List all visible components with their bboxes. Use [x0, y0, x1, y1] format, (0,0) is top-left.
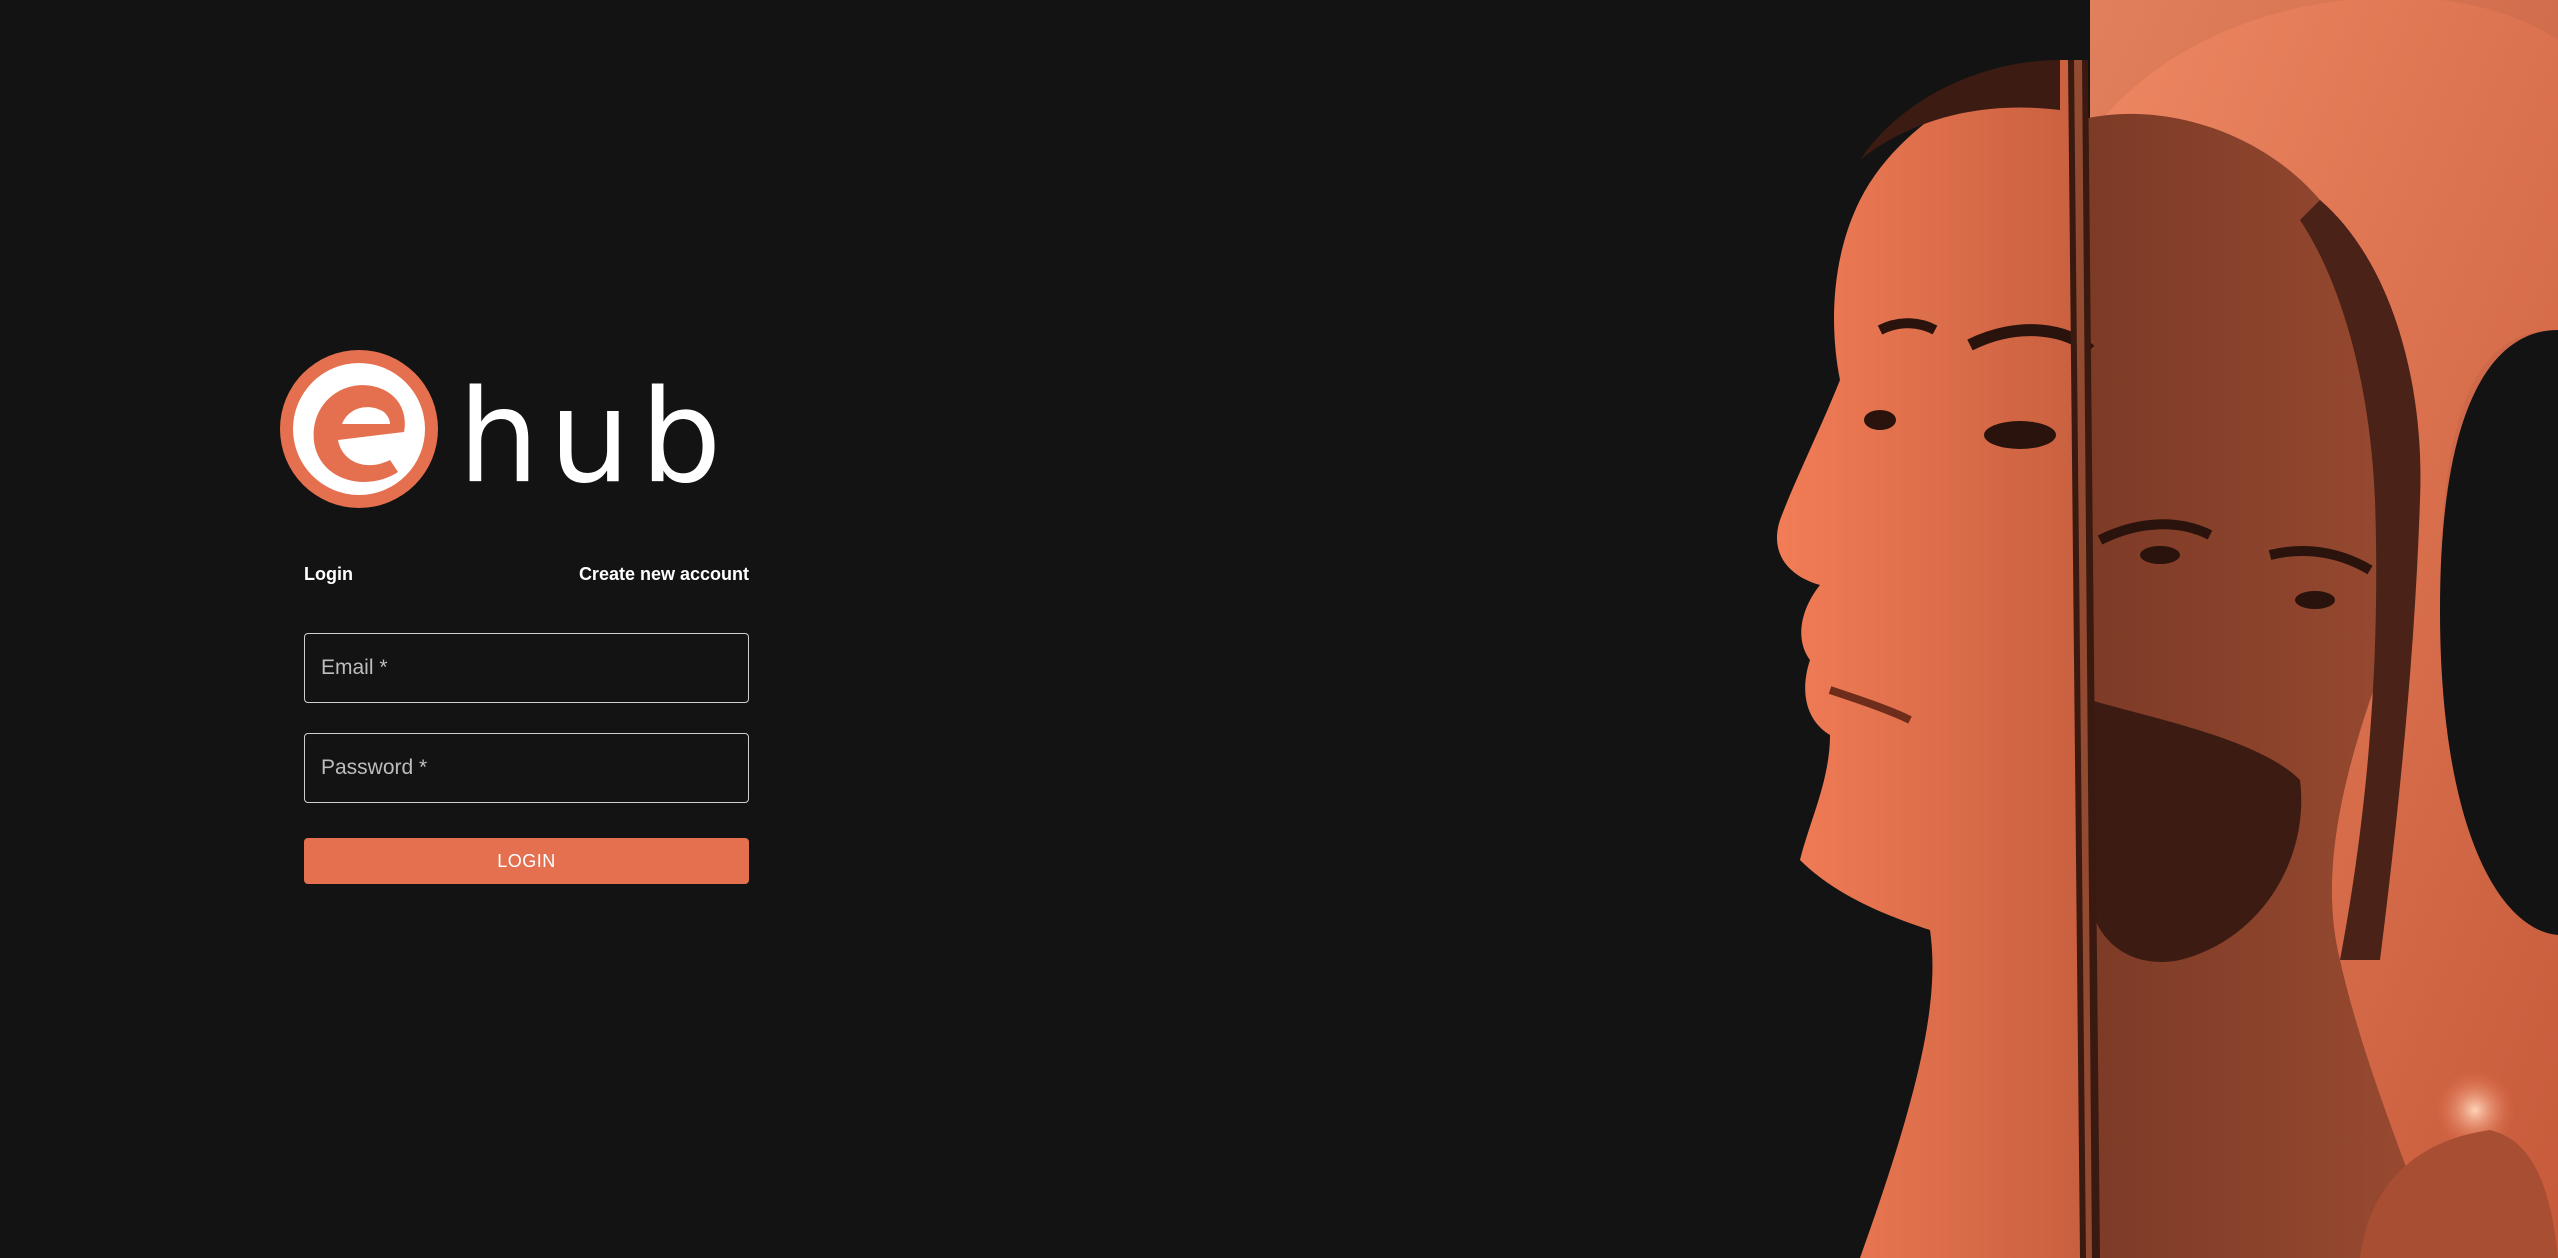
- ehub-logo: e hub: [280, 350, 780, 510]
- logo-e-mark: e: [280, 350, 438, 508]
- login-button[interactable]: LOGIN: [304, 838, 749, 884]
- login-page: e hub Login Create new account LOGIN: [0, 0, 2558, 1258]
- logo-wordmark: hub: [458, 363, 732, 510]
- tab-login[interactable]: Login: [304, 564, 353, 585]
- tab-create-account[interactable]: Create new account: [579, 564, 749, 585]
- email-field[interactable]: [304, 633, 749, 703]
- auth-tabs: Login Create new account: [304, 564, 749, 590]
- hero-poster-image: [1776, 0, 2558, 1258]
- logo-word-text: hub: [458, 363, 732, 510]
- logo-letter-text: e: [280, 350, 281, 351]
- password-field[interactable]: [304, 733, 749, 803]
